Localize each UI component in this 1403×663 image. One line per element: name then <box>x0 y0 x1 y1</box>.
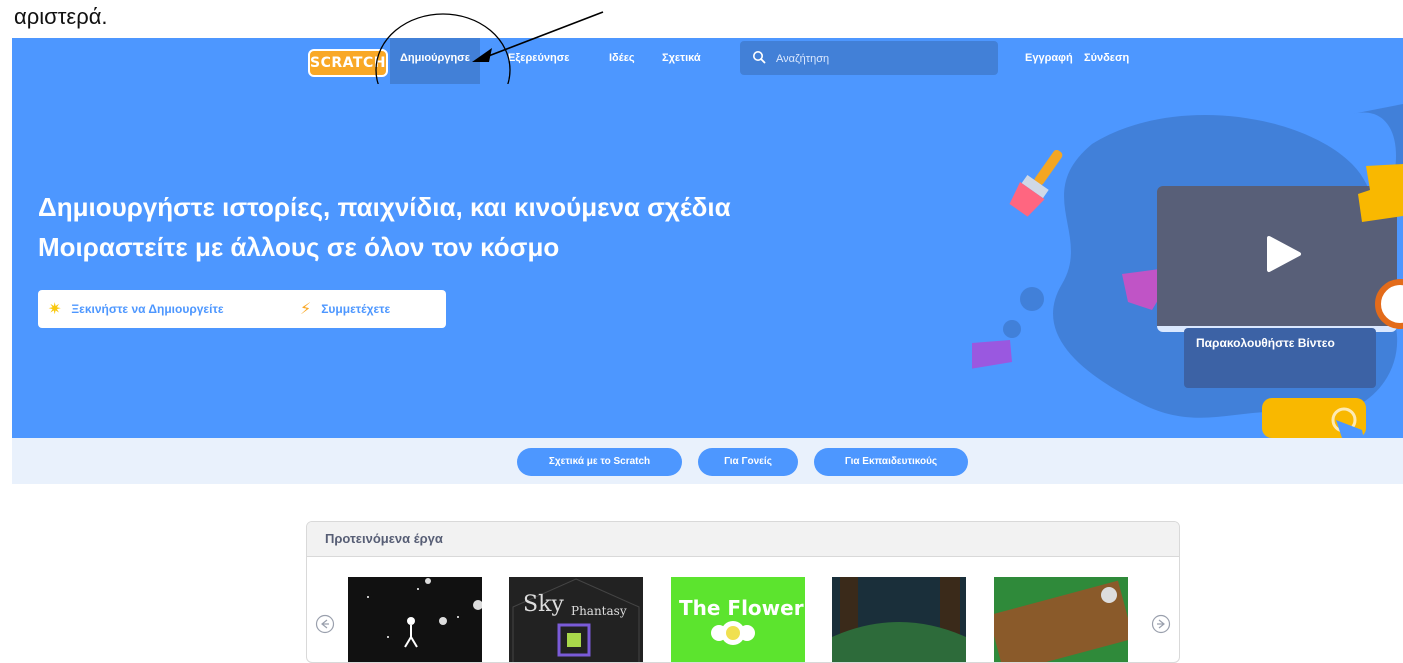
yellow-block-icon <box>1358 164 1403 222</box>
page-caption: αριστερά. <box>14 4 108 29</box>
featured-projects-panel: Προτεινόμενα έργα Sky Phantasy The Flowe… <box>306 521 1180 663</box>
lightning-icon: ⚡ <box>300 301 312 318</box>
search-icon <box>752 50 766 69</box>
nav-create[interactable]: Δημιούργησε <box>390 38 480 84</box>
carousel-left-arrow-icon[interactable] <box>315 614 335 634</box>
start-creating-button[interactable]: ✷ Ξεκινήστε να Δημιουργείτε <box>38 290 298 328</box>
nav-explore[interactable]: Εξερεύνησε <box>498 38 579 84</box>
play-icon <box>1267 236 1301 272</box>
nav-join[interactable]: Εγγραφή <box>1015 38 1083 84</box>
join-button[interactable]: ⚡ Συμμετέχετε <box>290 290 446 328</box>
project-thumb-1[interactable] <box>348 577 482 662</box>
top-navbar: SCRATCH Δημιούργησε Εξερεύνησε Ιδέες Σχε… <box>12 38 1403 85</box>
thumb2-title-phantasy: Phantasy <box>571 604 627 618</box>
join-label: Συμμετέχετε <box>321 302 391 316</box>
project-thumb-2[interactable]: Sky Phantasy <box>509 577 643 662</box>
drum-icon <box>1375 279 1403 329</box>
hero-title-line2: Μοιραστείτε με άλλους σε όλον τον κόσμο <box>38 232 560 262</box>
featured-projects-title: Προτεινόμενα έργα <box>307 522 1179 557</box>
project-thumb-4[interactable] <box>832 577 966 662</box>
nav-signin[interactable]: Σύνδεση <box>1074 38 1139 84</box>
search-box <box>740 41 998 75</box>
nav-ideas[interactable]: Ιδέες <box>599 38 645 84</box>
thumb2-title-sky: Sky <box>523 592 564 617</box>
scratch-logo[interactable]: SCRATCH <box>308 49 388 77</box>
thumb3-title: The Flower <box>679 596 804 620</box>
hero-banner: Δημιουργήστε ιστορίες, παιχνίδια, και κι… <box>12 84 1403 438</box>
hero-title-line1: Δημιουργήστε ιστορίες, παιχνίδια, και κι… <box>38 192 731 222</box>
start-creating-label: Ξεκινήστε να Δημιουργείτε <box>71 302 224 316</box>
watch-video-label[interactable]: Παρακολουθήστε Βίντεο <box>1184 328 1376 388</box>
about-scratch-button[interactable]: Σχετικά με το Scratch <box>517 448 682 476</box>
info-bar: Σχετικά με το Scratch Για Γονείς Για Εκπ… <box>12 438 1403 484</box>
pointer-hand-icon <box>1262 398 1366 438</box>
carousel-right-arrow-icon[interactable] <box>1151 614 1171 634</box>
sparkle-icon: ✷ <box>48 301 62 318</box>
project-thumb-3[interactable]: The Flower <box>671 577 805 662</box>
project-thumb-5[interactable] <box>994 577 1128 662</box>
for-parents-button[interactable]: Για Γονείς <box>698 448 798 476</box>
for-educators-button[interactable]: Για Εκπαιδευτικούς <box>814 448 968 476</box>
search-input[interactable] <box>774 47 993 71</box>
nav-about[interactable]: Σχετικά <box>652 38 711 84</box>
